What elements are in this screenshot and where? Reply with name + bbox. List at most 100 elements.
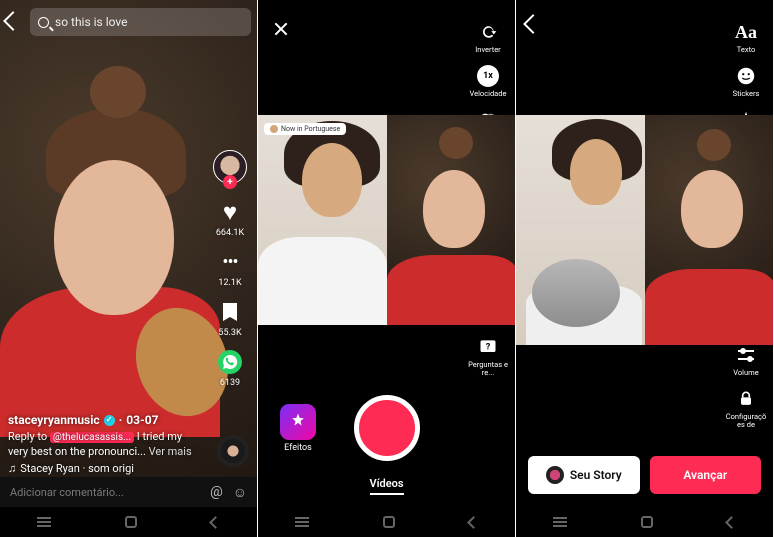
back-arrow-icon [3,11,23,31]
home-icon [125,516,137,528]
tool-stickers-label: Stickers [733,90,760,98]
record-button[interactable] [354,395,420,461]
back-button[interactable] [526,16,540,35]
caption-text-2: very best on the pronounci... [8,445,146,458]
home-button[interactable] [125,516,137,528]
back-nav-button[interactable] [211,518,220,527]
recents-button[interactable] [553,521,567,523]
edit-left-pane [516,115,645,345]
tool-invert-label: Inverter [475,46,500,54]
home-icon [641,516,653,528]
back-nav-icon [725,516,738,529]
comment-icon: ••• [216,248,244,276]
tool-speed-label: Velocidade [470,90,507,98]
tool-text-label: Texto [737,46,755,54]
emoji-icon[interactable]: ☺ [233,484,247,501]
sound-disc[interactable] [217,435,249,467]
sound-name: Stacey Ryan · som origi [20,462,134,477]
comment-input[interactable]: Adicionar comentário... [10,486,124,499]
music-note-icon: ♫ [8,462,16,477]
duet-left-pane: Now in Portuguese [258,115,387,325]
your-story-label: Seu Story [570,468,622,482]
tool-invert[interactable]: Inverter [475,20,500,54]
follow-plus-icon[interactable]: + [223,175,237,189]
share-count: 6139 [220,378,240,388]
share-whatsapp-button[interactable]: 6139 [216,348,244,388]
tool-privacy-label: Configurações de [724,413,768,429]
back-nav-button[interactable] [727,518,736,527]
back-arrow-icon [523,14,543,34]
tool-volume[interactable]: Volume [733,343,758,377]
home-button[interactable] [383,516,395,528]
caption[interactable]: Reply to @thelucasassis... I tried my ve… [8,430,202,460]
tool-text[interactable]: Aa Texto [734,20,758,54]
like-button[interactable]: ♥ 664.1K [216,198,244,238]
search-icon [38,17,49,28]
heart-icon: ♥ [216,198,244,226]
duet-right-pane [387,115,516,325]
back-button[interactable] [6,13,20,32]
flip-camera-icon [476,20,500,44]
post-date: 03-07 [126,412,158,428]
whatsapp-icon [216,348,244,376]
author-avatar[interactable]: + [213,150,247,184]
back-nav-icon [209,516,222,529]
post-bottom-bar: Seu Story Avançar [516,443,773,507]
illustration-bun [90,66,146,118]
recents-icon [295,521,309,523]
reply-prefix: Reply to [8,430,47,443]
story-avatar-icon [546,466,564,484]
illustration-face [54,160,174,315]
recents-button[interactable] [37,521,51,523]
tool-stickers[interactable]: Stickers [733,64,760,98]
bookmark-icon [216,298,244,326]
video-metadata: staceyryanmusic ✓ · 03-07 Reply to @thel… [8,412,202,477]
home-button[interactable] [641,516,653,528]
mention-pill[interactable]: @thelucasassis... [50,432,134,443]
close-icon [273,21,289,37]
close-button[interactable] [268,16,294,42]
tool-privacy[interactable]: Configurações de [724,387,768,429]
home-icon [383,516,395,528]
see-more[interactable]: Ver mais [149,445,192,458]
search-text: so this is love [55,15,128,29]
your-story-button[interactable]: Seu Story [528,456,640,494]
tool-volume-label: Volume [733,369,758,377]
speed-icon: 1x [476,64,500,88]
username[interactable]: staceyryanmusic [8,412,100,428]
search-input[interactable]: so this is love [30,8,251,36]
system-nav-bar [516,507,773,537]
back-nav-button[interactable] [469,518,478,527]
comment-bar: Adicionar comentário... @ ☺ [0,477,257,507]
verified-badge-icon: ✓ [104,415,115,426]
edit-screen: Aa Texto Stickers Efeitos Filtros Legend… [516,0,774,537]
record-bottom-area: Efeitos Vídeos [258,317,515,507]
back-nav-icon [467,516,480,529]
volume-icon [734,343,758,367]
system-nav-bar [258,507,515,537]
sound-row[interactable]: ♫ Stacey Ryan · som origi [8,462,202,477]
mode-tab-videos[interactable]: Vídeos [369,477,403,495]
next-label: Avançar [683,468,727,482]
recents-icon [553,521,567,523]
overlay-caption-pill: Now in Portuguese [264,123,346,135]
tool-speed[interactable]: 1x Velocidade [470,64,507,98]
effects-label: Efeitos [284,444,312,453]
duet-preview: Now in Portuguese [258,115,515,325]
comment-count: 12.1K [218,278,241,288]
text-icon: Aa [734,20,758,44]
recents-icon [37,521,51,523]
lock-icon [734,387,758,411]
edit-right-pane [645,115,774,345]
save-button[interactable]: 55.3K [216,298,244,338]
effects-button[interactable]: Efeitos [280,404,316,453]
next-button[interactable]: Avançar [650,456,762,494]
dot-separator: · [119,412,123,428]
record-screen: Inverter 1x Velocidade Filtros Maquiagem… [258,0,516,537]
effects-icon [280,404,316,440]
like-count: 664.1K [216,228,244,238]
action-rail: + ♥ 664.1K ••• 12.1K 55.3K 6139 [209,150,251,388]
recents-button[interactable] [295,521,309,523]
mention-icon[interactable]: @ [210,484,223,500]
comment-button[interactable]: ••• 12.1K [216,248,244,288]
